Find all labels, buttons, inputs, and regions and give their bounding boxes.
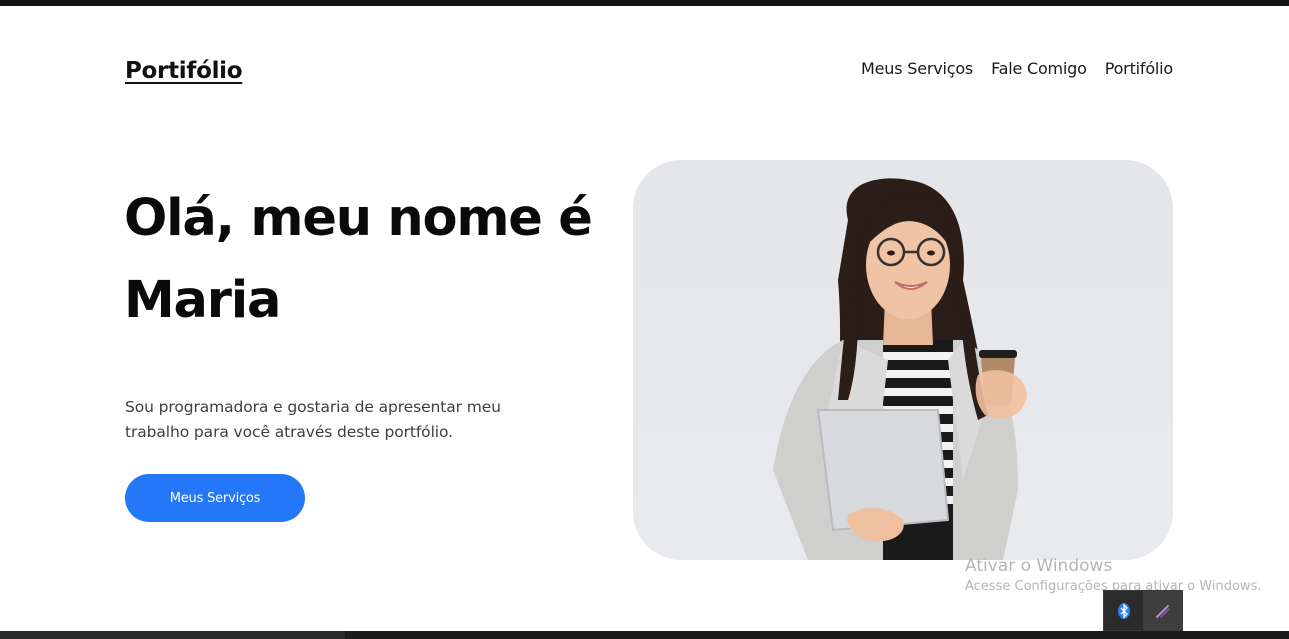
- hero-title: Olá, meu nome é Maria: [124, 189, 593, 330]
- profile-photo: [633, 160, 1173, 560]
- main-nav: Meus Serviços Fale Comigo Portifólio: [861, 59, 1173, 78]
- activation-title: Ativar o Windows: [965, 556, 1113, 576]
- window-top-strip: [0, 0, 1289, 6]
- nav-link-portfolio[interactable]: Portifólio: [1105, 59, 1173, 78]
- taskbar-segment: [0, 631, 345, 639]
- taskbar: [0, 631, 1289, 639]
- bluetooth-icon[interactable]: [1104, 591, 1143, 630]
- nav-link-services[interactable]: Meus Serviços: [861, 59, 973, 78]
- woman-portrait-illustration: [773, 178, 1027, 560]
- site-logo[interactable]: Portifólio: [125, 58, 243, 84]
- nav-link-contact[interactable]: Fale Comigo: [991, 59, 1087, 78]
- system-tray-popup: [1103, 590, 1183, 631]
- pen-icon[interactable]: [1143, 591, 1182, 630]
- services-button[interactable]: Meus Serviços: [125, 474, 305, 522]
- hero-description: Sou programadora e gostaria de apresenta…: [125, 398, 501, 441]
